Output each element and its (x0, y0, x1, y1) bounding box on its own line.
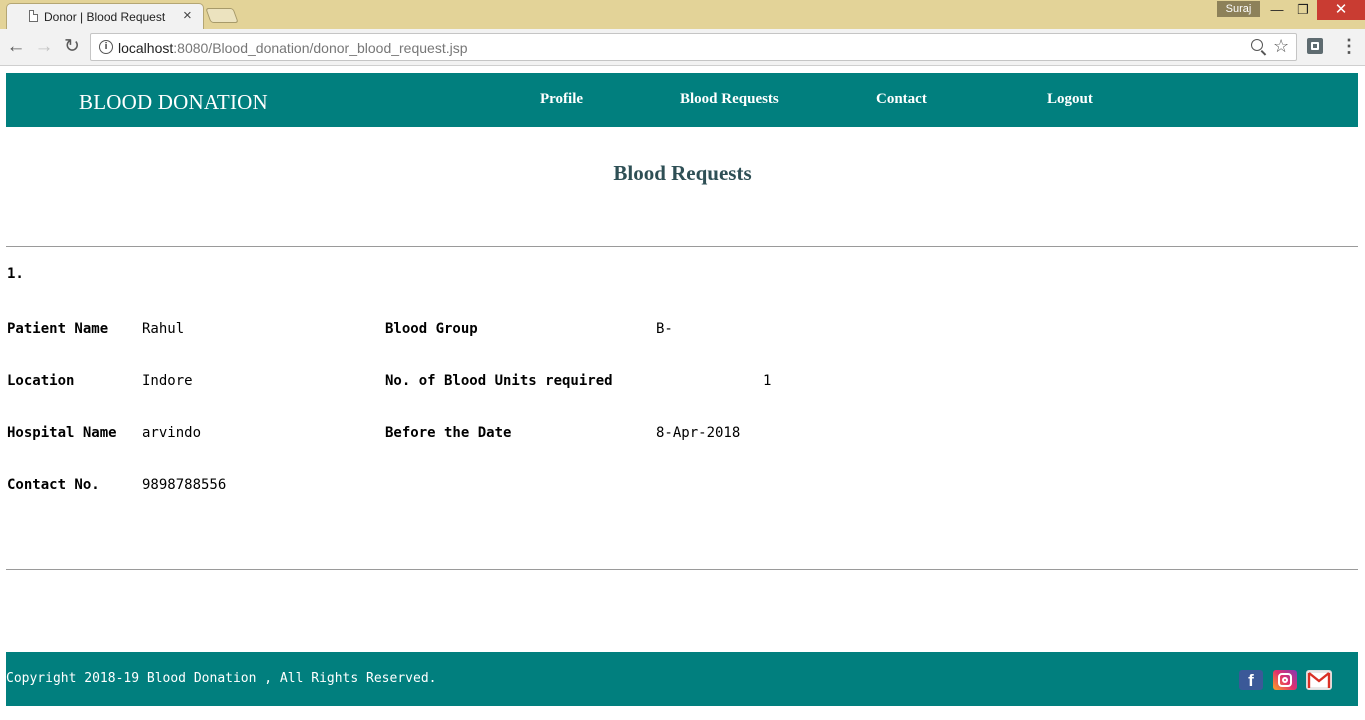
info-icon[interactable]: i (99, 40, 113, 54)
extension-icon[interactable] (1307, 38, 1323, 54)
gmail-icon-graphic (1307, 671, 1331, 689)
nav-blood-requests-link[interactable]: Blood Requests (680, 91, 779, 108)
browser-menu-icon[interactable]: ⋮ (1340, 36, 1358, 57)
page: BLOOD DONATION Profile Blood Requests Co… (0, 66, 1365, 720)
tab-title: Donor | Blood Request (44, 10, 166, 24)
contact-no-value: 9898788556 (142, 477, 227, 493)
copyright-text: Copyright 2018-19 Blood Donation , All R… (6, 671, 437, 686)
nav-contact-link[interactable]: Contact (876, 91, 927, 108)
location-value: Indore (142, 373, 193, 389)
blood-group-label: Blood Group (385, 321, 478, 337)
forward-arrow-icon[interactable]: → (32, 35, 56, 59)
page-icon (29, 10, 38, 22)
nav-profile-link[interactable]: Profile (540, 91, 583, 108)
reload-icon[interactable]: ↻ (60, 35, 84, 59)
browser-toolbar: ← → ↻ i localhost:8080/Blood_donation/do… (0, 29, 1365, 66)
facebook-icon[interactable]: f (1239, 670, 1263, 690)
site-header: BLOOD DONATION Profile Blood Requests Co… (6, 73, 1358, 127)
patient-name-label: Patient Name (7, 321, 109, 337)
divider (6, 246, 1358, 247)
before-date-label: Before the Date (385, 425, 512, 441)
site-logo[interactable]: BLOOD DONATION (79, 90, 268, 115)
before-date-value: 8-Apr-2018 (656, 425, 741, 441)
close-tab-icon[interactable]: × (183, 8, 192, 23)
url-path: :8080/Blood_donation/donor_blood_request… (173, 40, 468, 56)
instagram-icon[interactable] (1273, 670, 1297, 690)
blood-units-label: No. of Blood Units required (385, 373, 613, 389)
url-host: localhost (118, 40, 174, 56)
browser-tab[interactable]: Donor | Blood Request × (6, 3, 204, 29)
location-label: Location (7, 373, 75, 389)
hospital-name-value: arvindo (142, 425, 202, 441)
bookmark-star-icon[interactable]: ☆ (1273, 36, 1289, 57)
blood-group-value: B- (656, 321, 673, 337)
contact-no-label: Contact No. (7, 477, 100, 493)
url-text[interactable]: localhost:8080/Blood_donation/donor_bloo… (118, 40, 468, 56)
divider (6, 569, 1358, 570)
address-bar[interactable]: i localhost:8080/Blood_donation/donor_bl… (90, 33, 1297, 61)
back-arrow-icon[interactable]: ← (4, 35, 28, 59)
blood-units-value: 1 (763, 373, 772, 389)
patient-name-value: Rahul (142, 321, 185, 337)
page-title: Blood Requests (613, 161, 752, 185)
site-footer: Copyright 2018-19 Blood Donation , All R… (6, 652, 1358, 706)
nav-logout-link[interactable]: Logout (1047, 91, 1093, 108)
gmail-icon[interactable] (1306, 670, 1332, 690)
minimize-icon[interactable]: — (1264, 0, 1290, 20)
browser-tabstrip: Donor | Blood Request × Suraj — ❐ ✕ (0, 0, 1365, 29)
new-tab-button[interactable] (205, 8, 239, 23)
restore-icon[interactable]: ❐ (1290, 0, 1316, 20)
zoom-icon[interactable] (1251, 39, 1263, 51)
close-window-icon[interactable]: ✕ (1317, 0, 1365, 20)
hospital-name-label: Hospital Name (7, 425, 117, 441)
request-index: 1. (7, 266, 24, 282)
profile-name[interactable]: Suraj (1217, 1, 1260, 17)
